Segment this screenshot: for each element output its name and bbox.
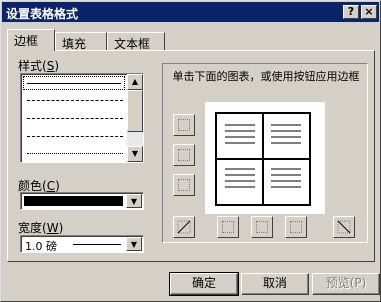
border-preview-area[interactable] (205, 102, 325, 214)
chevron-down-icon[interactable]: ▼ (126, 237, 142, 251)
scroll-down-arrow-icon[interactable]: ▼ (127, 146, 143, 162)
color-label-text: 颜色 (18, 179, 43, 193)
inside-vertical-border-button[interactable] (251, 216, 273, 238)
bottom-border-button[interactable] (173, 174, 195, 196)
right-border-button[interactable] (285, 216, 307, 238)
help-button[interactable]: ? (343, 5, 359, 19)
close-button[interactable]: × (361, 5, 377, 19)
diagonal-down-border-button[interactable] (333, 216, 355, 238)
line-style-dash[interactable] (27, 100, 123, 101)
border-tab-panel: 样式(S) ▲ ▼ 颜色(C) ▼ 宽度(W) 1.0 磅 ▼ 单击下面的图表，… (7, 50, 375, 262)
inside-horizontal-border-button[interactable] (173, 144, 195, 166)
line-style-solid-selected[interactable] (23, 76, 125, 90)
width-line-sample (73, 244, 121, 245)
title-bar: 设置表格格式 ? × (2, 2, 379, 22)
preview-table[interactable] (215, 112, 311, 206)
chevron-down-icon[interactable]: ▼ (126, 194, 142, 208)
tab-fill[interactable]: 填充 (55, 32, 107, 51)
width-dropdown[interactable]: 1.0 磅 ▼ (20, 235, 144, 253)
border-preview-group: 单击下面的图表，或使用按钮应用边框 (162, 63, 368, 243)
color-swatch (24, 196, 123, 206)
cancel-button[interactable]: 取消 (241, 273, 309, 295)
width-hotkey: W (46, 221, 59, 235)
width-label-text: 宽度 (18, 221, 43, 235)
color-hotkey: C (46, 179, 56, 193)
tab-border[interactable]: 边框 (7, 29, 55, 51)
color-dropdown[interactable]: ▼ (20, 192, 144, 210)
left-border-button[interactable] (217, 216, 239, 238)
style-scrollbar[interactable]: ▲ ▼ (127, 74, 143, 162)
scroll-up-arrow-icon[interactable]: ▲ (127, 74, 143, 90)
style-hotkey: S (46, 59, 55, 73)
width-value: 1.0 磅 (25, 240, 57, 253)
top-border-button[interactable] (173, 114, 195, 136)
style-label-text: 样式 (18, 59, 43, 73)
diagonal-up-border-button[interactable] (173, 216, 195, 238)
ok-button[interactable]: 确定 (169, 272, 239, 296)
tab-textbox[interactable]: 文本框 (107, 32, 165, 51)
preview-button[interactable]: 预览(P) (312, 273, 380, 295)
format-table-dialog: 设置表格格式 ? × 边框 填充 文本框 样式(S) ▲ ▼ 颜色(C) ▼ 宽… (0, 0, 381, 302)
line-style-long-dash[interactable] (27, 118, 123, 119)
diagonal-up-icon (177, 220, 191, 234)
style-label: 样式(S) (18, 59, 60, 73)
scroll-thumb[interactable] (127, 90, 143, 132)
preview-instruction: 单击下面的图表，或使用按钮应用边框 (172, 70, 360, 83)
dialog-title: 设置表格格式 (6, 7, 79, 21)
line-style-dash-dot[interactable] (27, 136, 123, 137)
line-style-list[interactable]: ▲ ▼ (20, 73, 144, 163)
line-style-dot[interactable] (27, 153, 123, 154)
width-label: 宽度(W) (18, 221, 64, 235)
diagonal-down-icon (337, 220, 351, 234)
